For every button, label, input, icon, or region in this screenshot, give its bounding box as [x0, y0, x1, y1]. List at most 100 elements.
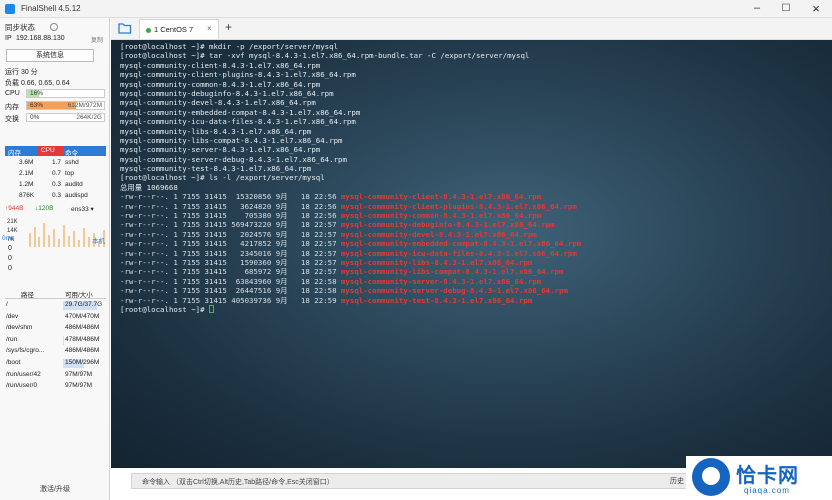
disk-row[interactable]: /run/user/0 97M/97M [5, 381, 106, 393]
disk-usage: 97M/97M [65, 370, 93, 378]
connection-status-dot [146, 28, 151, 33]
process-table-header: 内存 CPU 命令 [5, 146, 106, 157]
file-name: mysql-community-libs-8.4.3-1.el7.x86_64.… [340, 257, 533, 267]
command-input[interactable]: 命令输入 （双击Ctrl切换,Alt历史,Tab路径/命令,Esc关闭窗口） [131, 473, 691, 489]
cpu-meter: 16% [26, 89, 105, 98]
disk-header-path[interactable]: 路径 [21, 289, 34, 299]
process-header-cmd[interactable]: 命令 [65, 147, 78, 157]
network-interface-label: ens33 [71, 206, 89, 213]
disk-row[interactable]: /sys/fs/cgro... 486M/486M [5, 346, 106, 358]
logo-text: 恰卡网 [736, 465, 799, 487]
ls-file-row: -rw-r--r--. 1 7155 31415 569473220 9月 18… [120, 220, 581, 229]
terminal-line: mysql-community-debuginfo-8.4.3-1.el7.x8… [120, 88, 334, 98]
ls-file-row: -rw-r--r--. 1 7155 31415 26447516 9月 18 … [120, 286, 581, 295]
disk-path: /run [6, 335, 18, 343]
terminal-line: mysql-community-icu-data-files-8.4.3-1.e… [120, 117, 356, 127]
terminal-prompt: [root@localhost ~]# [120, 304, 209, 314]
file-meta: -rw-r--r--. 1 7155 31415 63843960 9月 18 … [120, 276, 341, 286]
disk-usage-bar: 29.7G/37.7G [63, 301, 106, 310]
terminal-line: mysql-community-client-8.4.3-1.el7.x86_6… [120, 60, 321, 70]
file-name: mysql-community-server-8.4.3-1.el7.x86_6… [340, 276, 542, 286]
disk-header-usage[interactable]: 可用/大小 [65, 289, 93, 299]
file-name: mysql-community-icu-data-files-8.4.3-1.e… [340, 248, 577, 258]
app-icon [5, 4, 15, 14]
title-bar: FinalShell 4.5.12 – ☐ × [0, 0, 832, 18]
process-row[interactable]: 2.1M 0.7 top [5, 169, 106, 180]
disk-usage: 150M/296M [65, 359, 100, 366]
net-download-rate: ↓120B [35, 205, 54, 212]
terminal-line: mysql-community-server-debug-8.4.3-1.el7… [120, 154, 347, 164]
terminal-line: mysql-community-libs-8.4.3-1.el7.x86_64.… [120, 126, 312, 136]
file-name: mysql-community-common-8.4.3-1.el7.x86_6… [340, 211, 542, 221]
minimize-button[interactable]: – [742, 0, 772, 18]
process-header-mem[interactable]: 内存 [8, 147, 21, 157]
history-button[interactable]: 历史 [670, 476, 684, 486]
terminal-line: mysql-community-libs-compat-8.4.3-1.el7.… [120, 135, 343, 145]
process-row[interactable]: 876K 0.3 audispd [5, 191, 106, 202]
sync-icon[interactable] [50, 23, 58, 31]
process-row[interactable]: 3.6M 1.7 sshd [5, 158, 106, 169]
cpu-percent: 16% [30, 90, 44, 97]
disk-usage-bar: 470M/470M [63, 313, 106, 322]
tab-centos-7[interactable]: 1 CentOS 7 × [139, 19, 219, 39]
disk-usage-bar: 478M/486M [63, 335, 106, 345]
file-name: mysql-community-test-8.4.3-1.el7.x86_64.… [340, 295, 533, 305]
file-meta: -rw-r--r--. 1 7155 31415 685972 9月 18 22… [120, 267, 341, 277]
tab-close-icon[interactable]: × [207, 24, 212, 33]
add-tab-icon[interactable]: + [225, 20, 232, 34]
process-row[interactable]: 1.2M 0.3 auditd [5, 180, 106, 191]
file-meta: -rw-r--r--. 1 7155 31415 2345016 9月 18 2… [120, 248, 341, 258]
process-cpu: 1.7 [52, 159, 62, 166]
ip-address: 192.168.88.130 [16, 35, 65, 42]
disk-path: /run/user/42 [6, 370, 41, 378]
disk-row[interactable]: /run/user/42 97M/97M [5, 370, 106, 382]
net-scale-label: 14K [7, 228, 18, 234]
file-name: mysql-community-embedded-compat-8.4.3-1.… [340, 239, 582, 249]
disk-usage: 470M/470M [65, 312, 100, 320]
terminal-line: mysql-community-test-8.4.3-1.el7.x86_64.… [120, 164, 312, 174]
maximize-button[interactable]: ☐ [771, 0, 801, 18]
memory-meter: 63% 612M/972M [26, 101, 105, 110]
terminal-prompt-line: [root@localhost ~]# [120, 304, 581, 314]
net-upload-rate: ↑944B [5, 205, 24, 212]
file-meta: -rw-r--r--. 1 7155 31415 705380 9月 18 22… [120, 211, 341, 221]
disk-usage: 486M/486M [65, 347, 100, 355]
memory-label: 内存 [5, 104, 19, 111]
latency-host: 本机 [92, 238, 105, 245]
process-cmd: audispd [65, 192, 88, 199]
disk-row[interactable]: /run 478M/486M [5, 335, 106, 347]
close-button[interactable]: × [801, 0, 831, 18]
sync-status-label: 同步状态 [5, 23, 35, 32]
terminal[interactable]: [root@localhost ~]# mkdir -p /export/ser… [111, 40, 832, 468]
copy-ip-button[interactable]: 复制 [91, 35, 103, 44]
ls-file-row: -rw-r--r--. 1 7155 31415 2024576 9月 18 2… [120, 230, 581, 239]
terminal-line: [root@localhost ~]# ls -l /export/server… [120, 173, 325, 183]
latency-value: 0 [8, 255, 12, 262]
network-interface-select[interactable]: ens33 ▾ [71, 205, 94, 213]
activate-upgrade-button[interactable]: 激活/升级 [40, 484, 70, 494]
system-info-button[interactable]: 系统信息 [6, 49, 94, 62]
disk-usage-bar: 97M/97M [63, 371, 106, 380]
disk-path: /boot [6, 359, 21, 366]
disk-row[interactable]: /boot 150M/296M [5, 358, 106, 370]
ls-file-row: -rw-r--r--. 1 7155 31415 405039736 9月 18… [120, 296, 581, 305]
terminal-line: mysql-community-devel-8.4.3-1.el7.x86_64… [120, 98, 316, 108]
folder-icon[interactable] [118, 22, 132, 34]
disk-usage-bar: 150M/296M [63, 359, 106, 368]
net-scale-label: 21K [7, 219, 18, 225]
terminal-line: 总用量 1069668 [120, 182, 178, 192]
disk-usage: 29.7G/37.7G [65, 301, 103, 308]
terminal-line: [root@localhost ~]# tar -xvf mysql-8.4.3… [120, 51, 530, 61]
disk-row[interactable]: /dev 470M/470M [5, 312, 106, 324]
cpu-label: CPU [5, 90, 20, 97]
disk-row[interactable]: / 29.7G/37.7G [5, 300, 106, 312]
process-cpu: 0.3 [52, 192, 62, 199]
file-name: mysql-community-client-plugins-8.4.3-1.e… [340, 201, 577, 211]
process-header-cpu[interactable]: CPU [41, 147, 55, 154]
disk-path: /sys/fs/cgro... [6, 347, 45, 355]
tab-label: 1 CentOS 7 [154, 25, 194, 34]
disk-row[interactable]: /dev/shm 486M/486M [5, 323, 106, 335]
terminal-line: mysql-community-common-8.4.3-1.el7.x86_6… [120, 79, 321, 89]
ls-file-row: -rw-r--r--. 1 7155 31415 2345016 9月 18 2… [120, 249, 581, 258]
tab-bar: 1 CentOS 7 × + [111, 18, 832, 40]
